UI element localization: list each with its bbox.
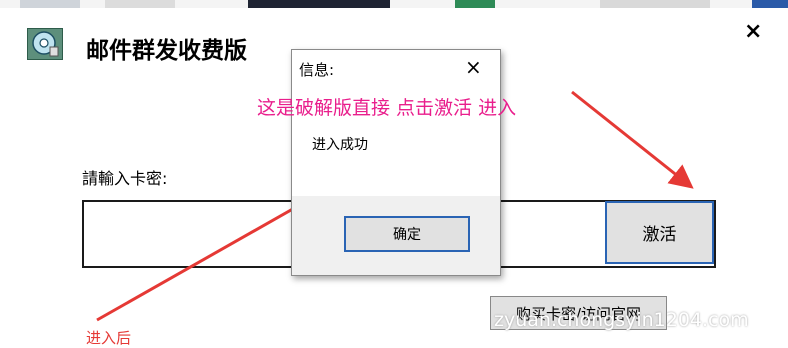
annotation-text: 这是破解版直接 点击激活 进入 [257, 97, 517, 119]
dialog-footer: 确定 [292, 196, 500, 275]
dialog-title: 信息: [299, 61, 335, 79]
dialog-message: 进入成功 [312, 137, 368, 153]
arrow-to-activate [571, 90, 694, 189]
info-dialog: 信息: × 进入成功 确定 [291, 49, 501, 276]
dialog-close-icon[interactable]: × [465, 56, 482, 78]
ok-button[interactable]: 确定 [344, 216, 470, 252]
